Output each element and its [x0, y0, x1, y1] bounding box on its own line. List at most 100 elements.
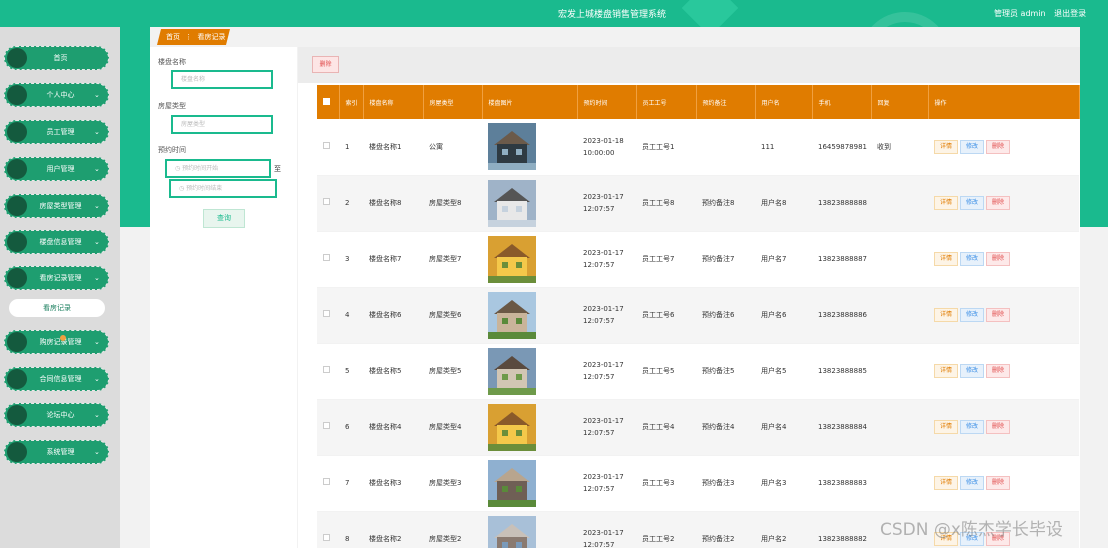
edit-button[interactable]: 修改 [960, 364, 985, 378]
type-search-input[interactable]: 房屋类型 [171, 115, 273, 134]
menu-circle-icon [7, 48, 27, 68]
cell-user: 用户名6 [755, 287, 812, 344]
cell-index: 7 [339, 455, 363, 512]
sidebar-subitem-viewing-records[interactable]: 看房记录 [9, 299, 105, 317]
logout-link[interactable]: 退出登录 [1054, 9, 1086, 18]
cell-staff: 员工工号4 [636, 399, 696, 456]
sidebar-item-3[interactable]: 用户管理 ⌄ [4, 157, 109, 181]
cell-user: 用户名8 [755, 175, 812, 232]
delete-button[interactable]: 删除 [986, 139, 1011, 154]
row-checkbox[interactable] [317, 511, 339, 548]
background-band-right [1080, 27, 1108, 227]
cell-remark: 预约备注4 [696, 399, 755, 456]
records-table: 索引 楼盘名称 房屋类型 楼盘图片 预约时间 员工工号 预约备注 用户名 手机 回复 操作 1 楼盘名… [317, 85, 1080, 548]
row-checkbox[interactable] [317, 399, 339, 456]
detail-button[interactable]: 详情 [934, 196, 959, 210]
edit-button[interactable]: 修改 [960, 476, 985, 490]
sidebar-item-7[interactable]: 购房记录管理 ⌄ [4, 330, 109, 354]
chevron-down-icon: ⌄ [94, 238, 100, 246]
cell-reply [871, 287, 928, 344]
detail-button[interactable]: 详情 [934, 420, 959, 434]
cell-actions: 详情 修改 删除 [928, 231, 1079, 288]
delete-button[interactable]: 删除 [986, 252, 1011, 266]
row-checkbox[interactable] [317, 119, 339, 176]
column-header: 手机 [812, 85, 872, 119]
cell-reply [871, 175, 928, 232]
delete-button[interactable]: 删除 [986, 308, 1011, 322]
cell-phone: 16459878981 [812, 119, 871, 176]
cell-phone: 13823888882 [812, 511, 871, 548]
time-start-input[interactable]: ◷ 预约时间开始 [165, 159, 271, 178]
sidebar-item-label: 楼盘信息管理 [39, 238, 82, 246]
menu-circle-icon [7, 332, 27, 352]
name-label: 楼盘名称 [158, 58, 186, 66]
row-checkbox[interactable] [317, 455, 339, 512]
detail-button[interactable]: 详情 [934, 476, 959, 490]
edit-button[interactable]: 修改 [960, 139, 985, 154]
sidebar-item-2[interactable]: 员工管理 ⌄ [4, 120, 109, 144]
sidebar-item-10[interactable]: 系统管理 ⌄ [4, 440, 109, 464]
delete-button[interactable]: 删除 [986, 364, 1011, 378]
menu-circle-icon [7, 268, 27, 288]
select-all-checkbox[interactable] [317, 85, 340, 119]
name-search-input[interactable]: 楼盘名称 [171, 70, 273, 89]
batch-delete-button[interactable]: 删除 [312, 56, 339, 73]
sidebar-item-8[interactable]: 合同信息管理 ⌄ [4, 367, 109, 391]
edit-button[interactable]: 修改 [960, 308, 985, 322]
property-photo [488, 235, 577, 283]
sidebar-item-6[interactable]: 看房记录管理 ⌄ [4, 266, 109, 290]
cell-user: 用户名5 [755, 343, 812, 400]
time-end-input[interactable]: ◷ 预约时间结束 [169, 179, 277, 198]
sidebar-item-1[interactable]: 个人中心 ⌄ [4, 83, 109, 107]
sidebar-item-5[interactable]: 楼盘信息管理 ⌄ [4, 230, 109, 254]
detail-button[interactable]: 详情 [934, 139, 959, 154]
cell-user: 用户名3 [755, 455, 812, 512]
breadcrumb-home[interactable]: 首页 [166, 33, 180, 41]
menu-circle-icon [7, 232, 27, 252]
edit-button[interactable]: 修改 [960, 252, 985, 266]
chevron-down-icon: ⌄ [94, 202, 100, 210]
search-button[interactable]: 查询 [203, 209, 245, 228]
row-checkbox[interactable] [317, 231, 339, 288]
cell-phone: 13823888887 [812, 231, 871, 288]
table-row: 5 楼盘名称5 房屋类型5 2023-01-17 12:07:57 员工工号5 预约备注5… [317, 343, 1079, 400]
cell-index: 6 [339, 399, 363, 456]
cell-index: 4 [339, 287, 363, 344]
time-label: 预约时间 [158, 146, 186, 154]
row-checkbox[interactable] [317, 343, 339, 400]
cell-phone: 13823888883 [812, 455, 871, 512]
delete-button[interactable]: 删除 [986, 476, 1011, 490]
sidebar-item-4[interactable]: 房屋类型管理 ⌄ [4, 194, 109, 218]
cell-phone: 13823888886 [812, 287, 871, 344]
property-photo [488, 291, 577, 339]
sidebar-item-9[interactable]: 论坛中心 ⌄ [4, 403, 109, 427]
cell-name: 楼盘名称5 [363, 343, 423, 400]
cell-name: 楼盘名称1 [363, 119, 423, 176]
sidebar-item-label: 个人中心 [46, 91, 75, 99]
detail-button[interactable]: 详情 [934, 308, 959, 322]
sidebar-item-label: 首页 [53, 54, 68, 62]
edit-button[interactable]: 修改 [960, 420, 985, 434]
cell-index: 2 [339, 175, 363, 232]
cell-staff: 员工工号3 [636, 455, 696, 512]
property-photo [488, 179, 577, 227]
table-row: 4 楼盘名称6 房屋类型6 2023-01-17 12:07:57 员工工号6 预约备注6… [317, 287, 1079, 344]
chevron-down-icon: ⌄ [94, 128, 100, 136]
type-label: 房屋类型 [158, 102, 186, 110]
menu-circle-icon [7, 442, 27, 462]
detail-button[interactable]: 详情 [934, 364, 959, 378]
column-header: 预约时间 [577, 85, 637, 119]
edit-button[interactable]: 修改 [960, 196, 985, 210]
delete-button[interactable]: 删除 [986, 420, 1011, 434]
cell-actions: 详情 修改 删除 [928, 399, 1079, 456]
cell-reply [871, 343, 928, 400]
cell-name: 楼盘名称2 [363, 511, 423, 548]
watermark: CSDN @x陈杰学长毕设 [880, 520, 1063, 540]
detail-button[interactable]: 详情 [934, 252, 959, 266]
sidebar-item-0[interactable]: 首页 [4, 46, 109, 70]
row-checkbox[interactable] [317, 175, 339, 232]
sidebar-item-label: 房屋类型管理 [39, 202, 82, 210]
delete-button[interactable]: 删除 [986, 196, 1011, 210]
cell-time: 2023-01-17 12:07:57 [577, 343, 636, 400]
row-checkbox[interactable] [317, 287, 339, 344]
